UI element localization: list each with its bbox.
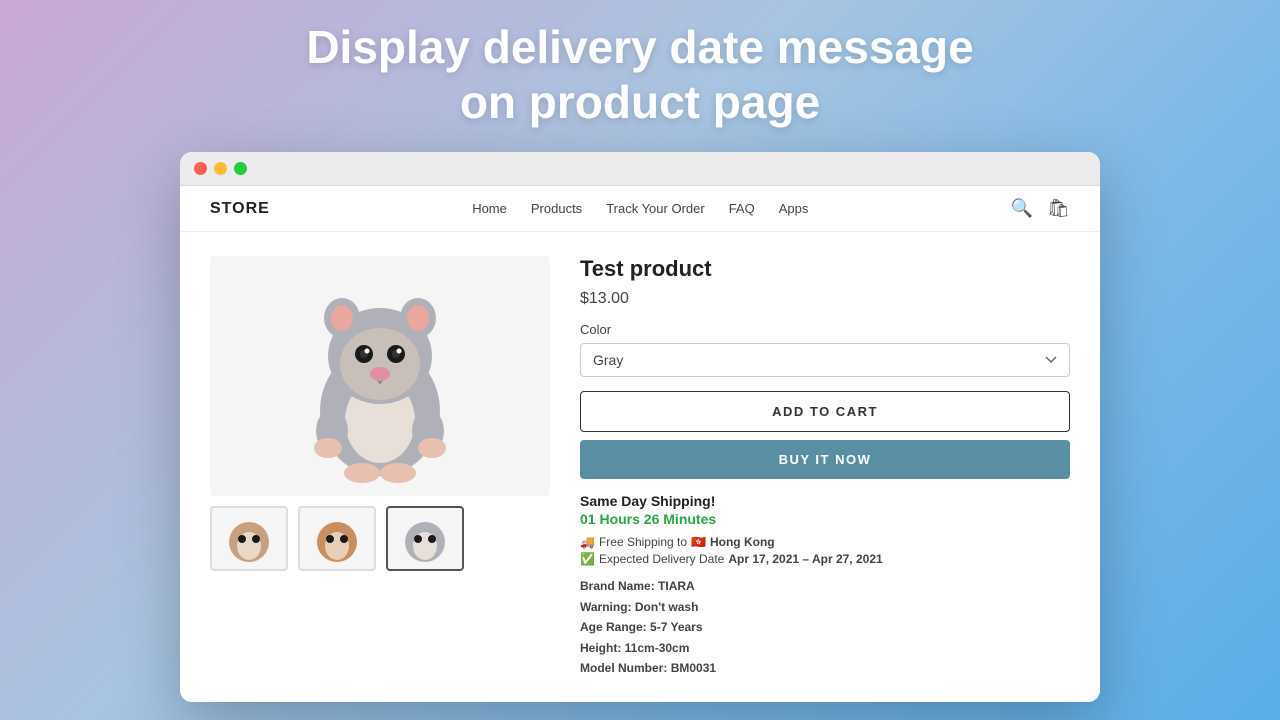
product-images bbox=[210, 256, 550, 678]
flag-icon: 🇭🇰 bbox=[691, 535, 706, 549]
color-label: Color bbox=[580, 322, 1070, 337]
delivery-date-info: ✅ Expected Delivery Date Apr 17, 2021 – … bbox=[580, 552, 1070, 566]
truck-icon: 🚚 bbox=[580, 535, 595, 549]
checkmark-icon: ✅ bbox=[580, 552, 595, 566]
model-number: Model Number: BM0031 bbox=[580, 658, 1070, 678]
hero-section: Display delivery date message on product… bbox=[306, 20, 973, 152]
thumbnail-1[interactable] bbox=[210, 506, 288, 571]
thumbnail-2[interactable] bbox=[298, 506, 376, 571]
browser-window: STORE Home Products Track Your Order FAQ… bbox=[180, 152, 1100, 702]
dot-green[interactable] bbox=[234, 162, 247, 175]
shipping-timer: 01 Hours 26 Minutes bbox=[580, 511, 1070, 527]
dot-yellow[interactable] bbox=[214, 162, 227, 175]
nav-products[interactable]: Products bbox=[531, 201, 582, 216]
brand-name: Brand Name: TIARA bbox=[580, 576, 1070, 596]
color-select[interactable]: Gray Brown White bbox=[580, 343, 1070, 377]
browser-chrome bbox=[180, 152, 1100, 186]
hero-title: Display delivery date message on product… bbox=[306, 20, 973, 130]
age-range: Age Range: 5-7 Years bbox=[580, 617, 1070, 637]
product-title: Test product bbox=[580, 256, 1070, 282]
shipping-section: Same Day Shipping! 01 Hours 26 Minutes 🚚… bbox=[580, 493, 1070, 566]
nav-faq[interactable]: FAQ bbox=[729, 201, 755, 216]
warning: Warning: Don't wash bbox=[580, 597, 1070, 617]
nav-links: Home Products Track Your Order FAQ Apps bbox=[472, 200, 808, 218]
store-logo: STORE bbox=[210, 200, 270, 218]
add-to-cart-button[interactable]: ADD TO CART bbox=[580, 391, 1070, 432]
product-page: Test product $13.00 Color Gray Brown Whi… bbox=[180, 232, 1100, 702]
thumbnail-row bbox=[210, 506, 550, 571]
nav-icons: 🔍 🛍 bbox=[1011, 198, 1070, 219]
search-icon[interactable]: 🔍 bbox=[1011, 198, 1033, 219]
buy-now-button[interactable]: BUY IT NOW bbox=[580, 440, 1070, 479]
thumbnail-3[interactable] bbox=[386, 506, 464, 571]
cart-icon[interactable]: 🛍 bbox=[1047, 198, 1070, 219]
main-product-image bbox=[210, 256, 550, 496]
store-nav: STORE Home Products Track Your Order FAQ… bbox=[180, 186, 1100, 232]
product-price: $13.00 bbox=[580, 290, 1070, 308]
shipping-title: Same Day Shipping! bbox=[580, 493, 1070, 509]
height: Height: 11cm-30cm bbox=[580, 638, 1070, 658]
dot-red[interactable] bbox=[194, 162, 207, 175]
shipping-country: Hong Kong bbox=[710, 535, 775, 549]
product-details: Test product $13.00 Color Gray Brown Whi… bbox=[580, 256, 1070, 678]
delivery-range: Apr 17, 2021 – Apr 27, 2021 bbox=[728, 552, 882, 566]
nav-home[interactable]: Home bbox=[472, 201, 507, 216]
free-shipping-info: 🚚 Free Shipping to 🇭🇰 Hong Kong bbox=[580, 535, 1070, 549]
nav-apps[interactable]: Apps bbox=[779, 201, 809, 216]
nav-track-order[interactable]: Track Your Order bbox=[606, 201, 705, 216]
hamster-illustration bbox=[290, 266, 470, 486]
product-meta: Brand Name: TIARA Warning: Don't wash Ag… bbox=[580, 576, 1070, 678]
